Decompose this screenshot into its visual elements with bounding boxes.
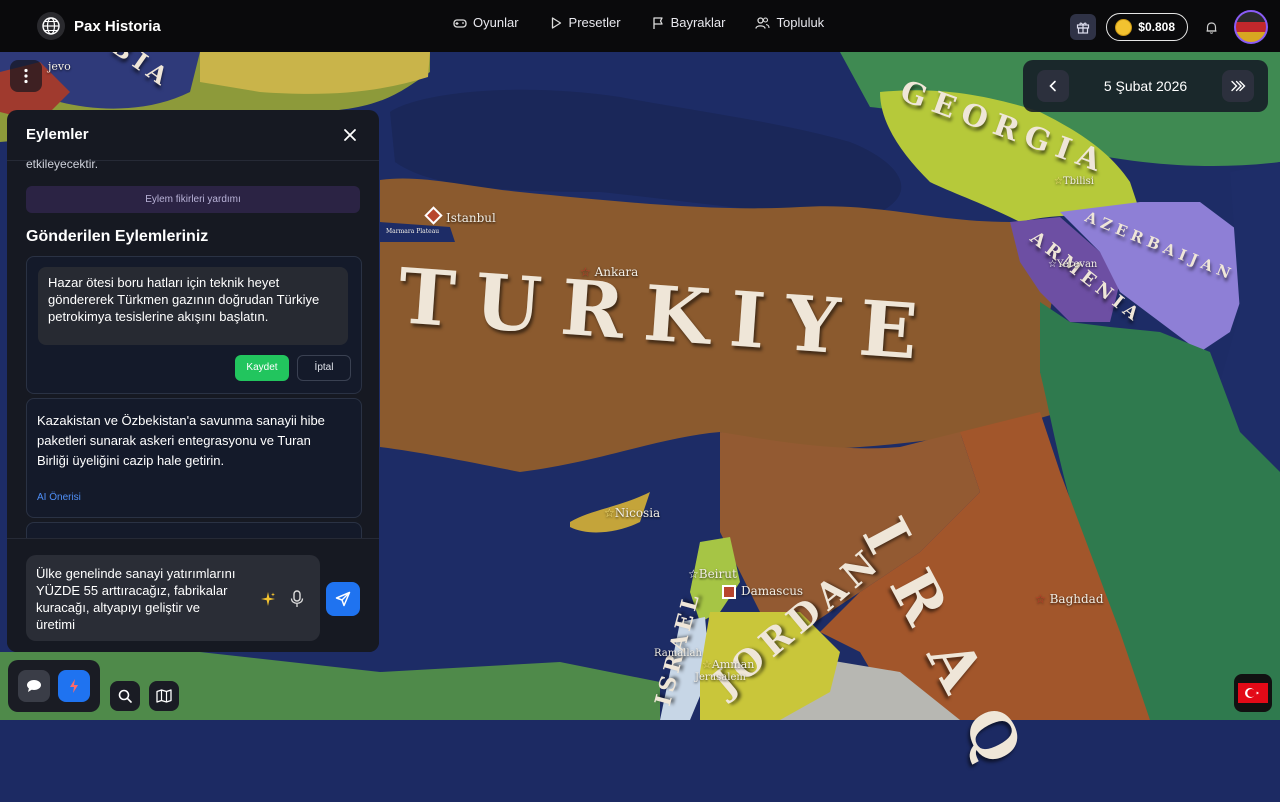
nav-flags[interactable]: Bayraklar bbox=[651, 15, 726, 30]
turkey-flag-icon bbox=[1238, 683, 1268, 703]
city-beirut[interactable]: ☆Beirut bbox=[688, 567, 737, 581]
city-istanbul[interactable]: Istanbul bbox=[424, 206, 496, 225]
city-ramallah[interactable]: Ramallah bbox=[654, 648, 702, 659]
nav-games-label: Oyunlar bbox=[473, 15, 519, 30]
chat-bubble-icon[interactable] bbox=[18, 670, 50, 702]
city-name: Baghdad bbox=[1049, 592, 1104, 606]
action-input-value: Ülke genelinde sanayi yatırımlarını YÜZD… bbox=[36, 566, 236, 632]
star-icon: ☆ bbox=[604, 506, 615, 520]
more-vertical-icon[interactable] bbox=[10, 60, 42, 92]
city-ankara[interactable]: ☆ Ankara bbox=[580, 265, 638, 279]
action-input-zone: Ülke genelinde sanayi yatırımlarını YÜZD… bbox=[7, 538, 379, 652]
capital-square-icon bbox=[722, 584, 736, 599]
gamepad-icon bbox=[453, 16, 467, 30]
top-navbar: Pax Historia Oyunlar Presetler Bayraklar… bbox=[0, 0, 1280, 52]
ai-suggestion-tag: AI Önerisi bbox=[37, 492, 81, 503]
send-icon[interactable] bbox=[326, 582, 360, 616]
city-name: Amman bbox=[711, 658, 755, 671]
save-button[interactable]: Kaydet bbox=[235, 355, 289, 381]
action-ideas-button[interactable]: Eylem fikirleri yardımı bbox=[26, 186, 360, 213]
main-nav: Oyunlar Presetler Bayraklar Topluluk bbox=[453, 15, 824, 30]
sparkle-icon[interactable] bbox=[260, 591, 276, 607]
balance-button[interactable]: $0.808 bbox=[1106, 13, 1188, 41]
city-name: Ankara bbox=[594, 265, 639, 279]
nav-presets[interactable]: Presetler bbox=[549, 15, 621, 30]
city-name: Beirut bbox=[698, 567, 737, 581]
nav-community[interactable]: Topluluk bbox=[755, 15, 824, 30]
actions-panel: Eylemler etkileyecektir. Eylem fikirleri… bbox=[7, 110, 379, 652]
city-tbilisi[interactable]: ☆Tbilisi bbox=[1054, 176, 1094, 187]
suggestion-text: Kazakistan ve Özbekistan'a savunma sanay… bbox=[37, 413, 325, 468]
action-edit-textarea[interactable]: Hazar ötesi boru hatları için teknik hey… bbox=[38, 267, 348, 345]
star-icon: ☆ bbox=[1035, 592, 1046, 606]
panel-title: Eylemler bbox=[26, 126, 89, 143]
city-damascus[interactable]: Damascus bbox=[722, 584, 803, 599]
brand[interactable]: Pax Historia bbox=[37, 12, 161, 40]
play-icon bbox=[549, 16, 563, 30]
city-jerusalem[interactable]: Jerusalem bbox=[695, 672, 746, 683]
coin-icon bbox=[1115, 18, 1133, 36]
avatar[interactable] bbox=[1234, 10, 1268, 44]
account-tools: $0.808 bbox=[1070, 10, 1268, 44]
star-icon: ☆ bbox=[1048, 259, 1057, 270]
city-name: Damascus bbox=[741, 584, 804, 598]
star-icon: ☆ bbox=[688, 567, 699, 581]
city-name: Nicosia bbox=[614, 506, 661, 520]
balance-value: $0.808 bbox=[1138, 20, 1175, 34]
users-icon bbox=[755, 16, 771, 30]
mode-toggle-group bbox=[8, 660, 100, 712]
country-flag-button[interactable] bbox=[1234, 674, 1272, 712]
nav-games[interactable]: Oyunlar bbox=[453, 15, 519, 30]
fast-forward-icon[interactable] bbox=[1222, 70, 1254, 102]
city-name: Jerusalem bbox=[695, 672, 746, 683]
city-name: Tbilisi bbox=[1062, 176, 1094, 187]
city-name: Ramallah bbox=[654, 648, 702, 659]
gift-icon[interactable] bbox=[1070, 14, 1097, 40]
cancel-button[interactable]: İptal bbox=[297, 355, 351, 381]
scrolled-text: etkileyecektir. bbox=[26, 157, 99, 171]
city-amman[interactable]: ☆Amman bbox=[702, 658, 754, 671]
city-jevo[interactable]: jevo bbox=[48, 60, 71, 73]
action-input[interactable]: Ülke genelinde sanayi yatırımlarını YÜZD… bbox=[26, 555, 320, 641]
map-icon[interactable] bbox=[149, 681, 179, 711]
search-icon[interactable] bbox=[110, 681, 140, 711]
panel-header: Eylemler bbox=[7, 110, 379, 161]
globe-logo-icon bbox=[37, 12, 65, 40]
capital-diamond-icon bbox=[424, 206, 443, 225]
nav-flags-label: Bayraklar bbox=[670, 15, 726, 30]
star-icon: ☆ bbox=[580, 265, 591, 279]
bell-icon[interactable] bbox=[1198, 14, 1224, 40]
action-card-editing: Hazar ötesi boru hatları için teknik hey… bbox=[26, 256, 362, 394]
city-name: jevo bbox=[48, 60, 71, 73]
city-name: Istanbul bbox=[446, 211, 496, 225]
city-marmara: Marmara Plateau bbox=[386, 228, 440, 235]
date-panel: 5 Şubat 2026 bbox=[1023, 60, 1268, 112]
city-yerevan[interactable]: ☆Yerevan bbox=[1048, 259, 1097, 270]
nav-community-label: Topluluk bbox=[776, 15, 825, 30]
star-icon: ☆ bbox=[702, 658, 712, 671]
star-icon: ☆ bbox=[1054, 176, 1063, 187]
close-icon[interactable] bbox=[341, 126, 359, 144]
brand-name: Pax Historia bbox=[74, 17, 161, 35]
flag-icon bbox=[651, 16, 665, 30]
submitted-actions-title: Gönderilen Eylemleriniz bbox=[26, 228, 209, 245]
city-nicosia[interactable]: ☆Nicosia bbox=[604, 506, 660, 520]
lightning-icon[interactable] bbox=[58, 670, 90, 702]
nav-presets-label: Presetler bbox=[568, 15, 621, 30]
city-baghdad[interactable]: ☆ Baghdad bbox=[1035, 592, 1104, 606]
action-card-suggestion[interactable]: Kazakistan ve Özbekistan'a savunma sanay… bbox=[26, 398, 362, 518]
microphone-icon[interactable] bbox=[290, 590, 304, 608]
city-name: Yerevan bbox=[1056, 259, 1098, 270]
